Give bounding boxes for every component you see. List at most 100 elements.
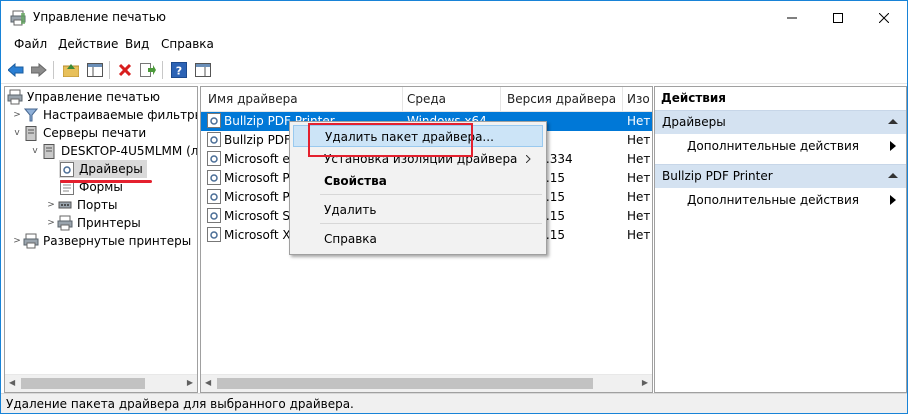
actions-pane: Действия Драйверы Дополнительные действи…: [654, 86, 907, 393]
scroll-right-icon[interactable]: ▶: [187, 378, 193, 387]
chevron-right-icon[interactable]: >: [45, 218, 57, 228]
back-arrow-icon: [8, 63, 24, 77]
tree-item-root[interactable]: Управление печатью: [7, 88, 160, 106]
chevron-right-icon[interactable]: >: [11, 110, 23, 120]
column-header-environment[interactable]: Среда: [407, 92, 446, 106]
export-icon: [140, 63, 156, 77]
title-bar: Управление печатью: [1, 1, 907, 34]
scrollbar-thumb[interactable]: [21, 378, 145, 389]
tree-label: Развернутые принтеры: [43, 234, 192, 248]
chevron-right-icon[interactable]: >: [45, 200, 57, 210]
tree-horizontal-scrollbar[interactable]: ◀ ▶: [5, 374, 197, 392]
port-icon: [57, 197, 73, 213]
print-management-window: Управление печатью Файл Действие Вид Спр…: [0, 0, 908, 414]
action-pane-icon: [195, 63, 211, 77]
show-hide-action-pane-button[interactable]: [193, 60, 213, 80]
tree-item-filters[interactable]: > Настраиваемые фильтры: [11, 106, 198, 124]
help-button[interactable]: ?: [169, 60, 189, 80]
tree-label: Принтеры: [77, 216, 141, 230]
more-actions-selected-driver[interactable]: Дополнительные действия: [655, 190, 906, 210]
status-bar: Удаление пакета драйвера для выбранного …: [1, 393, 907, 413]
tree-item-servers[interactable]: v Серверы печати: [11, 124, 146, 142]
tree-label: DESKTOP-4U5MLMM (л: [61, 144, 198, 158]
driver-icon: [207, 227, 221, 242]
highlight-annotation-box: [308, 123, 473, 157]
underline-annotation: [60, 180, 152, 183]
close-icon: [879, 12, 889, 23]
actions-section-drivers[interactable]: Драйверы: [655, 110, 906, 134]
driver-icon: [207, 151, 221, 166]
export-list-button[interactable]: [138, 60, 158, 80]
window-title: Управление печатью: [33, 10, 166, 24]
forward-button[interactable]: [29, 60, 49, 80]
actions-section-selected-driver[interactable]: Bullzip PDF Printer: [655, 164, 906, 188]
submenu-arrow-icon: [526, 155, 531, 163]
tree-label: Порты: [77, 198, 118, 212]
submenu-arrow-icon: [890, 141, 896, 151]
column-header-name[interactable]: Имя драйвера: [208, 92, 298, 106]
scroll-right-icon[interactable]: ▶: [642, 378, 648, 387]
tree-label: Драйверы: [79, 162, 143, 176]
menu-item-properties[interactable]: Свойства: [293, 170, 543, 192]
svg-text:?: ?: [176, 65, 182, 78]
driver-icon: [207, 132, 221, 147]
delete-button[interactable]: [115, 60, 135, 80]
collapse-up-icon: [888, 119, 898, 124]
tree-label: Управление печатью: [27, 90, 160, 104]
printer-icon: [7, 89, 23, 105]
menu-view[interactable]: Вид: [125, 37, 149, 51]
tree-item-drivers[interactable]: Драйверы: [59, 160, 147, 178]
column-header-version[interactable]: Версия драйвера: [507, 92, 616, 106]
server-icon: [41, 143, 57, 159]
driver-icon: [207, 208, 221, 223]
column-header-isolation[interactable]: Изо: [627, 92, 650, 106]
chevron-right-icon[interactable]: >: [11, 236, 23, 246]
folder-up-icon: [63, 64, 79, 77]
menu-item-help[interactable]: Справка: [293, 228, 543, 250]
submenu-arrow-icon: [890, 195, 896, 205]
console-tree-icon: [87, 63, 103, 77]
menu-action[interactable]: Действие: [58, 37, 118, 51]
filter-icon: [23, 107, 39, 123]
tree-item-server[interactable]: v DESKTOP-4U5MLMM (л: [29, 142, 198, 160]
driver-icon: [207, 170, 221, 185]
tree-item-printers[interactable]: > Принтеры: [45, 214, 141, 232]
collapse-up-icon: [888, 173, 898, 178]
help-icon: ?: [171, 62, 187, 78]
tree-item-deployed[interactable]: > Развернутые принтеры: [11, 232, 191, 250]
maximize-button[interactable]: [815, 1, 861, 34]
tree-label: Серверы печати: [43, 126, 147, 140]
printer-app-icon: [10, 10, 26, 26]
status-text: Удаление пакета драйвера для выбранного …: [6, 397, 354, 411]
server-icon: [23, 125, 39, 141]
up-folder-button[interactable]: [61, 60, 81, 80]
red-x-icon: [118, 63, 132, 77]
scroll-left-icon[interactable]: ◀: [9, 378, 15, 387]
forward-arrow-icon: [31, 63, 47, 77]
list-horizontal-scrollbar[interactable]: ◀ ▶: [201, 374, 652, 392]
tree-item-ports[interactable]: > Порты: [45, 196, 117, 214]
scroll-left-icon[interactable]: ◀: [205, 378, 211, 387]
tree-label: Настраиваемые фильтры: [43, 108, 198, 122]
menu-help[interactable]: Справка: [161, 37, 214, 51]
maximize-icon: [833, 12, 843, 23]
chevron-down-icon[interactable]: v: [11, 128, 23, 138]
minimize-icon: [787, 17, 797, 18]
show-hide-tree-button[interactable]: [85, 60, 105, 80]
scrollbar-thumb[interactable]: [217, 378, 593, 389]
chevron-down-icon[interactable]: v: [29, 146, 41, 156]
driver-icon: [207, 189, 221, 204]
console-tree-pane: Управление печатью > Настраиваемые фильт…: [4, 86, 198, 393]
actions-title: Действия: [661, 91, 727, 105]
menu-item-delete[interactable]: Удалить: [293, 199, 543, 221]
driver-icon: [207, 113, 221, 128]
toolbar: ?: [1, 57, 907, 84]
list-header: Имя драйвера Среда Версия драйвера Изо: [201, 87, 652, 112]
minimize-button[interactable]: [769, 1, 815, 34]
menu-file[interactable]: Файл: [14, 37, 47, 51]
printer-icon: [57, 215, 73, 231]
close-button[interactable]: [861, 1, 907, 34]
more-actions-drivers[interactable]: Дополнительные действия: [655, 136, 906, 156]
back-button[interactable]: [6, 60, 26, 80]
menu-bar: Файл Действие Вид Справка: [1, 34, 907, 56]
